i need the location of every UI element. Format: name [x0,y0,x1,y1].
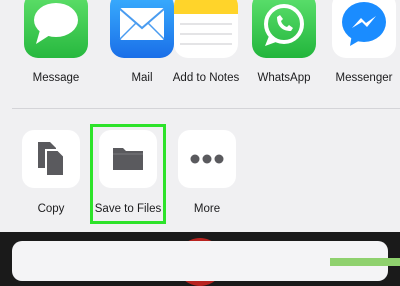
copy-icon [22,130,80,188]
more-action[interactable]: More [172,130,242,220]
app-share-row: Message Mail Add to Notes WhatsApp Messe… [0,0,400,110]
mail-icon [110,0,174,58]
more-icon [178,130,236,188]
messages-icon [24,0,88,58]
highlight-box [90,124,166,224]
messenger-icon [332,0,396,58]
notes-icon [174,0,238,58]
app-label: Message [32,72,80,84]
app-label: WhatsApp [257,72,311,84]
share-app-whatsapp[interactable]: WhatsApp [246,0,322,100]
share-app-notes[interactable]: Add to Notes [168,0,244,100]
app-label: Add to Notes [172,72,240,84]
background-edge [330,258,400,266]
action-label: More [193,203,221,215]
copy-action[interactable]: Copy [16,130,86,220]
share-sheet: Message Mail Add to Notes WhatsApp Messe… [0,0,400,232]
share-app-message[interactable]: Message [18,0,94,100]
section-divider [12,108,400,109]
app-label: Messenger [335,72,393,84]
action-row: Copy Save to Files More [0,120,400,230]
whatsapp-icon [252,0,316,58]
share-app-messenger[interactable]: Messenger [326,0,400,100]
